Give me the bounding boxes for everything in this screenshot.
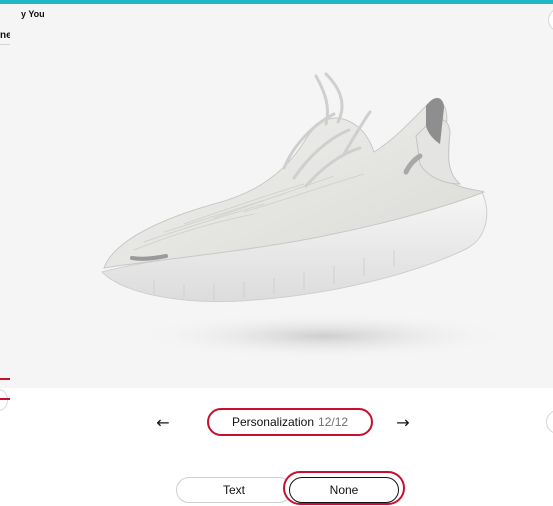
left-panel-divider [0, 44, 10, 45]
rotate-view-button[interactable]: ↺ [548, 8, 553, 32]
left-panel-cropped-text: ne [0, 30, 10, 41]
shoe-image [101, 72, 514, 360]
option-text-label: Text [222, 483, 245, 497]
section-count: 12/12 [318, 415, 349, 429]
product-viewer[interactable]: y You ↺ [10, 4, 553, 388]
option-none-label: None [329, 483, 359, 497]
option-none-button[interactable]: None [289, 477, 399, 503]
customizer-page: ne y You ↺ [0, 0, 553, 506]
option-text-button[interactable]: Text [176, 477, 292, 503]
next-section-button[interactable]: → [393, 413, 413, 433]
previous-section-button[interactable]: ← [153, 413, 173, 433]
left-panel-highlight-bottom [0, 398, 10, 400]
left-panel-round-button[interactable] [0, 389, 8, 411]
left-panel-highlight-top [0, 378, 10, 380]
left-panel: ne [0, 4, 10, 388]
viewer-title: y You [21, 9, 45, 19]
section-indicator[interactable]: Personalization 12/12 [207, 408, 373, 436]
section-label: Personalization [231, 415, 315, 429]
shoe-shadow [134, 312, 514, 360]
right-edge-round-button[interactable] [546, 410, 553, 434]
